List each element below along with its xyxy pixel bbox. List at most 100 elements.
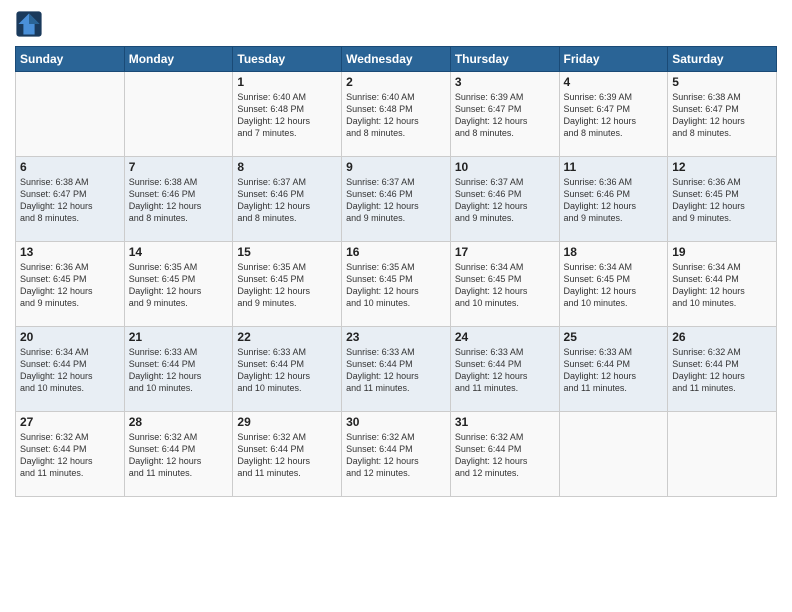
cell-content: Sunrise: 6:37 AM Sunset: 6:46 PM Dayligh… bbox=[455, 176, 555, 225]
day-number: 16 bbox=[346, 245, 446, 259]
logo-icon bbox=[15, 10, 43, 38]
calendar-cell: 19Sunrise: 6:34 AM Sunset: 6:44 PM Dayli… bbox=[668, 242, 777, 327]
day-number: 2 bbox=[346, 75, 446, 89]
day-number: 30 bbox=[346, 415, 446, 429]
day-header-sunday: Sunday bbox=[16, 47, 125, 72]
day-header-wednesday: Wednesday bbox=[342, 47, 451, 72]
cell-content: Sunrise: 6:36 AM Sunset: 6:45 PM Dayligh… bbox=[20, 261, 120, 310]
cell-content: Sunrise: 6:33 AM Sunset: 6:44 PM Dayligh… bbox=[564, 346, 664, 395]
day-number: 9 bbox=[346, 160, 446, 174]
day-number: 5 bbox=[672, 75, 772, 89]
calendar-cell: 23 Sunrise: 6:33 AM Sunset: 6:44 PM Dayli… bbox=[342, 327, 451, 412]
calendar-cell: 3 Sunrise: 6:39 AM Sunset: 6:47 PM Daylig… bbox=[450, 72, 559, 157]
day-number: 4 bbox=[564, 75, 664, 89]
calendar-cell: 14 Sunrise: 6:35 AM Sunset: 6:45 PM Dayli… bbox=[124, 242, 233, 327]
day-number: 26 bbox=[672, 330, 772, 344]
day-number: 18 bbox=[564, 245, 664, 259]
cell-content: Sunrise: 6:34 AM Sunset: 6:45 PM Dayligh… bbox=[564, 261, 664, 310]
day-number: 7 bbox=[129, 160, 229, 174]
calendar-week-5: 27 Sunrise: 6:32 AM Sunset: 6:44 PM Dayli… bbox=[16, 412, 777, 497]
day-number: 13 bbox=[20, 245, 120, 259]
calendar-cell bbox=[668, 412, 777, 497]
calendar-cell: 20 Sunrise: 6:34 AM Sunset: 6:44 PM Dayli… bbox=[16, 327, 125, 412]
cell-content: Sunrise: 6:33 AM Sunset: 6:44 PM Dayligh… bbox=[129, 346, 229, 395]
calendar-cell: 15 Sunrise: 6:35 AM Sunset: 6:45 PM Dayli… bbox=[233, 242, 342, 327]
cell-content: Sunrise: 6:33 AM Sunset: 6:44 PM Dayligh… bbox=[237, 346, 337, 395]
calendar-cell: 11 Sunrise: 6:36 AM Sunset: 6:46 PM Dayli… bbox=[559, 157, 668, 242]
day-header-thursday: Thursday bbox=[450, 47, 559, 72]
day-header-tuesday: Tuesday bbox=[233, 47, 342, 72]
day-number: 28 bbox=[129, 415, 229, 429]
calendar-week-4: 20 Sunrise: 6:34 AM Sunset: 6:44 PM Dayli… bbox=[16, 327, 777, 412]
cell-content: Sunrise: 6:34 AM Sunset: 6:44 PM Dayligh… bbox=[20, 346, 120, 395]
calendar-table: SundayMondayTuesdayWednesdayThursdayFrid… bbox=[15, 46, 777, 497]
day-number: 27 bbox=[20, 415, 120, 429]
page-container: SundayMondayTuesdayWednesdayThursdayFrid… bbox=[0, 0, 792, 507]
cell-content: Sunrise: 6:32 AM Sunset: 6:44 PM Dayligh… bbox=[20, 431, 120, 480]
cell-content: Sunrise: 6:36 AM Sunset: 6:46 PM Dayligh… bbox=[564, 176, 664, 225]
calendar-cell bbox=[16, 72, 125, 157]
day-header-friday: Friday bbox=[559, 47, 668, 72]
cell-content: Sunrise: 6:38 AM Sunset: 6:46 PM Dayligh… bbox=[129, 176, 229, 225]
cell-content: Sunrise: 6:37 AM Sunset: 6:46 PM Dayligh… bbox=[237, 176, 337, 225]
day-number: 12 bbox=[672, 160, 772, 174]
day-number: 6 bbox=[20, 160, 120, 174]
day-number: 14 bbox=[129, 245, 229, 259]
calendar-cell: 4 Sunrise: 6:39 AM Sunset: 6:47 PM Daylig… bbox=[559, 72, 668, 157]
cell-content: Sunrise: 6:38 AM Sunset: 6:47 PM Dayligh… bbox=[20, 176, 120, 225]
day-number: 25 bbox=[564, 330, 664, 344]
day-number: 17 bbox=[455, 245, 555, 259]
logo bbox=[15, 10, 45, 38]
calendar-cell: 27 Sunrise: 6:32 AM Sunset: 6:44 PM Dayli… bbox=[16, 412, 125, 497]
calendar-cell: 22 Sunrise: 6:33 AM Sunset: 6:44 PM Dayli… bbox=[233, 327, 342, 412]
cell-content: Sunrise: 6:35 AM Sunset: 6:45 PM Dayligh… bbox=[129, 261, 229, 310]
cell-content: Sunrise: 6:40 AM Sunset: 6:48 PM Dayligh… bbox=[346, 91, 446, 140]
day-number: 22 bbox=[237, 330, 337, 344]
calendar-cell: 12 Sunrise: 6:36 AM Sunset: 6:45 PM Dayli… bbox=[668, 157, 777, 242]
calendar-cell: 29 Sunrise: 6:32 AM Sunset: 6:44 PM Dayli… bbox=[233, 412, 342, 497]
cell-content: Sunrise: 6:39 AM Sunset: 6:47 PM Dayligh… bbox=[564, 91, 664, 140]
day-number: 23 bbox=[346, 330, 446, 344]
cell-content: Sunrise: 6:35 AM Sunset: 6:45 PM Dayligh… bbox=[237, 261, 337, 310]
cell-content: Sunrise: 6:40 AM Sunset: 6:48 PM Dayligh… bbox=[237, 91, 337, 140]
calendar-week-1: 1Sunrise: 6:40 AM Sunset: 6:48 PM Daylig… bbox=[16, 72, 777, 157]
day-number: 3 bbox=[455, 75, 555, 89]
calendar-cell: 13 Sunrise: 6:36 AM Sunset: 6:45 PM Dayli… bbox=[16, 242, 125, 327]
cell-content: Sunrise: 6:34 AM Sunset: 6:45 PM Dayligh… bbox=[455, 261, 555, 310]
calendar-cell: 7 Sunrise: 6:38 AM Sunset: 6:46 PM Daylig… bbox=[124, 157, 233, 242]
calendar-cell: 16Sunrise: 6:35 AM Sunset: 6:45 PM Dayli… bbox=[342, 242, 451, 327]
day-number: 15 bbox=[237, 245, 337, 259]
day-number: 10 bbox=[455, 160, 555, 174]
cell-content: Sunrise: 6:36 AM Sunset: 6:45 PM Dayligh… bbox=[672, 176, 772, 225]
cell-content: Sunrise: 6:32 AM Sunset: 6:44 PM Dayligh… bbox=[129, 431, 229, 480]
cell-content: Sunrise: 6:32 AM Sunset: 6:44 PM Dayligh… bbox=[346, 431, 446, 480]
calendar-cell: 18 Sunrise: 6:34 AM Sunset: 6:45 PM Dayli… bbox=[559, 242, 668, 327]
cell-content: Sunrise: 6:32 AM Sunset: 6:44 PM Dayligh… bbox=[455, 431, 555, 480]
header bbox=[15, 10, 777, 38]
calendar-cell: 2 Sunrise: 6:40 AM Sunset: 6:48 PM Daylig… bbox=[342, 72, 451, 157]
day-number: 20 bbox=[20, 330, 120, 344]
day-number: 8 bbox=[237, 160, 337, 174]
calendar-cell: 9Sunrise: 6:37 AM Sunset: 6:46 PM Daylig… bbox=[342, 157, 451, 242]
day-number: 24 bbox=[455, 330, 555, 344]
day-number: 31 bbox=[455, 415, 555, 429]
day-number: 21 bbox=[129, 330, 229, 344]
day-number: 29 bbox=[237, 415, 337, 429]
cell-content: Sunrise: 6:33 AM Sunset: 6:44 PM Dayligh… bbox=[455, 346, 555, 395]
calendar-cell: 26Sunrise: 6:32 AM Sunset: 6:44 PM Dayli… bbox=[668, 327, 777, 412]
calendar-cell: 25 Sunrise: 6:33 AM Sunset: 6:44 PM Dayli… bbox=[559, 327, 668, 412]
calendar-cell: 28 Sunrise: 6:32 AM Sunset: 6:44 PM Dayli… bbox=[124, 412, 233, 497]
calendar-week-2: 6 Sunrise: 6:38 AM Sunset: 6:47 PM Daylig… bbox=[16, 157, 777, 242]
day-number: 11 bbox=[564, 160, 664, 174]
calendar-cell: 17 Sunrise: 6:34 AM Sunset: 6:45 PM Dayli… bbox=[450, 242, 559, 327]
calendar-cell: 21 Sunrise: 6:33 AM Sunset: 6:44 PM Dayli… bbox=[124, 327, 233, 412]
day-header-saturday: Saturday bbox=[668, 47, 777, 72]
calendar-cell: 8 Sunrise: 6:37 AM Sunset: 6:46 PM Daylig… bbox=[233, 157, 342, 242]
calendar-cell: 5Sunrise: 6:38 AM Sunset: 6:47 PM Daylig… bbox=[668, 72, 777, 157]
day-header-monday: Monday bbox=[124, 47, 233, 72]
cell-content: Sunrise: 6:32 AM Sunset: 6:44 PM Dayligh… bbox=[237, 431, 337, 480]
calendar-week-3: 13 Sunrise: 6:36 AM Sunset: 6:45 PM Dayli… bbox=[16, 242, 777, 327]
cell-content: Sunrise: 6:39 AM Sunset: 6:47 PM Dayligh… bbox=[455, 91, 555, 140]
calendar-cell bbox=[124, 72, 233, 157]
cell-content: Sunrise: 6:33 AM Sunset: 6:44 PM Dayligh… bbox=[346, 346, 446, 395]
